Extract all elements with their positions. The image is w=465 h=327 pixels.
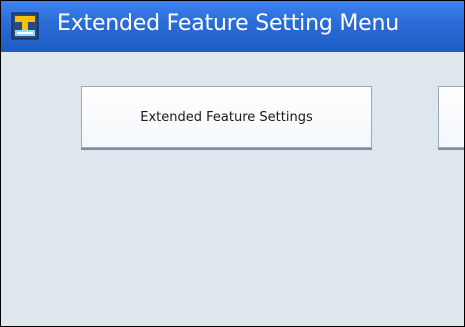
title-bar: Extended Feature Setting Menu xyxy=(1,1,464,52)
extended-feature-menu-icon xyxy=(11,12,39,40)
extended-feature-settings-label: Extended Feature Settings xyxy=(140,109,313,125)
second-menu-button[interactable] xyxy=(438,86,464,148)
screen-frame: Extended Feature Setting Menu Extended F… xyxy=(0,0,465,327)
page-title: Extended Feature Setting Menu xyxy=(57,11,399,36)
extended-feature-settings-button[interactable]: Extended Feature Settings xyxy=(81,86,372,148)
